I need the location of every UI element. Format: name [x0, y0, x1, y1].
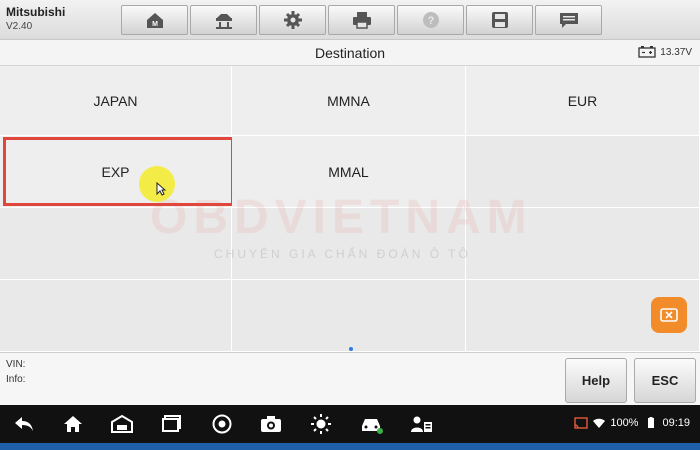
svg-text:M: M	[152, 21, 158, 28]
nav-camera-button[interactable]	[259, 414, 283, 434]
android-nav-bar: 100% 09:19	[0, 405, 700, 443]
wifi-icon	[593, 418, 606, 428]
title-bar: Destination 13.37V	[0, 40, 700, 66]
message-icon	[559, 13, 578, 28]
user-switch-icon	[411, 416, 432, 432]
voltage-value: 13.37V	[660, 46, 692, 58]
clock: 09:19	[662, 417, 690, 429]
battery-icon	[638, 46, 656, 58]
taskbar-strip	[0, 443, 700, 450]
option-exp[interactable]: EXP	[0, 136, 234, 208]
nav-user-switch-button[interactable]	[409, 414, 433, 434]
empty-cell	[466, 208, 700, 280]
destination-grid: JAPAN MMNA EUR EXP MMAL	[0, 66, 700, 352]
mouse-pointer-icon	[156, 182, 166, 196]
close-overlay-button[interactable]	[651, 297, 687, 333]
option-eur[interactable]: EUR	[466, 66, 700, 136]
app-name: Mitsubishi	[6, 5, 66, 19]
message-button[interactable]	[535, 5, 602, 35]
nav-car-connect-button[interactable]	[359, 414, 383, 434]
option-mmna[interactable]: MMNA	[232, 66, 466, 136]
help-toolbar-button[interactable]: ?	[397, 5, 464, 35]
option-label: EUR	[567, 92, 598, 109]
toolbar-buttons: M ?	[121, 5, 604, 35]
battery-voltage: 13.37V	[638, 46, 692, 58]
nav-back-button[interactable]	[12, 414, 36, 434]
option-label: MMAL	[328, 163, 369, 180]
garage-icon	[111, 414, 133, 433]
page-title: Destination	[314, 45, 386, 61]
empty-cell	[232, 208, 466, 280]
help-button[interactable]: Help	[565, 358, 627, 403]
vin-label: VIN:	[6, 359, 26, 370]
help-circle-icon: ?	[422, 12, 439, 28]
nav-recents-button[interactable]	[160, 414, 184, 434]
info-label: Info:	[6, 374, 26, 385]
brand: Mitsubishi V2.40	[6, 5, 65, 32]
empty-cell	[0, 280, 232, 352]
printer-icon	[352, 12, 371, 29]
recents-icon	[162, 415, 181, 432]
save-icon	[491, 12, 508, 28]
back-icon	[15, 417, 33, 431]
option-label: JAPAN	[93, 92, 138, 109]
camera-icon	[261, 416, 281, 432]
option-label: EXP	[101, 163, 130, 180]
save-button[interactable]	[466, 5, 533, 35]
svg-text:?: ?	[427, 15, 434, 27]
print-button[interactable]	[328, 5, 395, 35]
option-label: MMNA	[327, 92, 370, 109]
esc-button[interactable]: ESC	[634, 358, 696, 403]
chrome-icon	[212, 414, 232, 434]
home-icon: M	[146, 13, 163, 28]
cast-icon	[574, 417, 589, 429]
brightness-icon	[311, 414, 331, 434]
empty-cell	[0, 208, 232, 280]
nav-chrome-button[interactable]	[210, 414, 234, 434]
nav-brightness-button[interactable]	[309, 414, 333, 434]
android-status: 100% 09:19	[574, 417, 696, 429]
car-connect-icon	[362, 419, 383, 434]
page-indicator	[349, 347, 353, 351]
nav-garage-button[interactable]	[110, 414, 134, 434]
gear-icon	[283, 11, 302, 29]
app-version: V2.40	[6, 21, 33, 32]
home-button[interactable]: M	[121, 5, 188, 35]
settings-button[interactable]	[259, 5, 326, 35]
nav-home-button[interactable]	[61, 414, 85, 434]
device-battery-icon	[648, 417, 655, 428]
option-japan[interactable]: JAPAN	[0, 66, 232, 136]
info-bar: VIN: Info: Help ESC	[0, 352, 700, 405]
home-icon	[64, 416, 82, 432]
vehicle-lift-icon	[215, 14, 232, 29]
empty-cell	[232, 280, 466, 352]
vehicle-lift-button[interactable]	[190, 5, 257, 35]
backspace-icon	[660, 308, 678, 322]
empty-cell	[466, 136, 700, 208]
screen: Mitsubishi V2.40 M ? Destination 13.37V …	[0, 0, 700, 450]
option-mmal[interactable]: MMAL	[232, 136, 466, 208]
top-toolbar: Mitsubishi V2.40 M ?	[0, 0, 700, 40]
battery-percent: 100%	[610, 417, 639, 429]
